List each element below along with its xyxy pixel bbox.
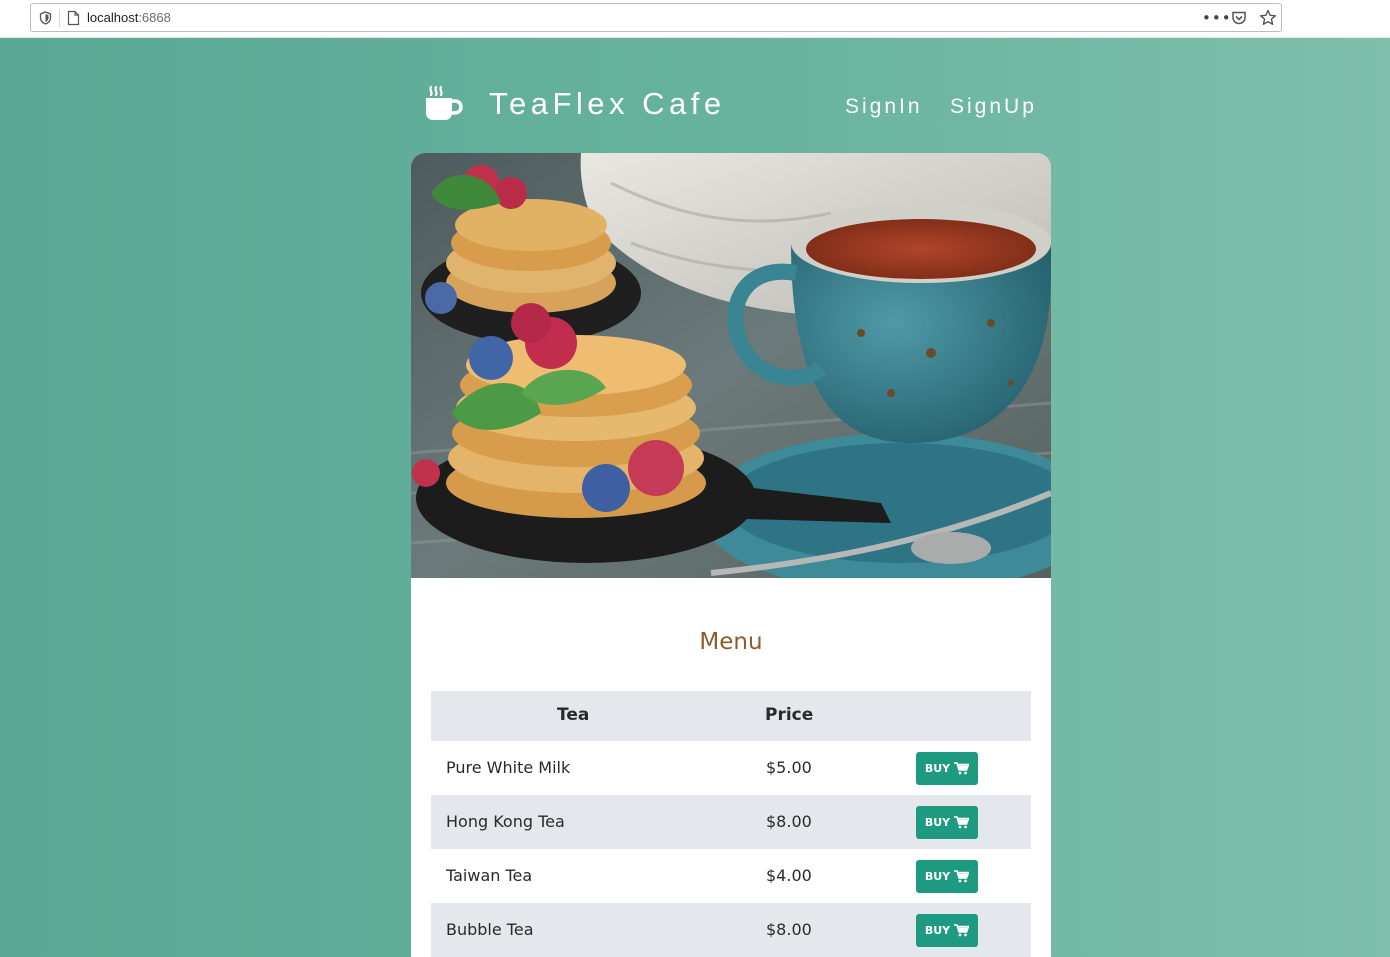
menu-card: Menu Tea Price Pure White Milk $5.00 BUY… [411,153,1051,957]
tea-name: Bubble Tea [446,920,534,939]
bookmark-star-icon[interactable] [1259,9,1277,27]
shopping-cart-icon [954,762,970,775]
brand-title[interactable]: TeaFlex Cafe [489,86,726,122]
column-header-tea: Tea [557,705,590,725]
shield-icon[interactable] [39,11,52,25]
tea-name: Hong Kong Tea [446,812,565,831]
table-row: Taiwan Tea $4.00 BUY [431,849,1031,903]
url-host: localhost [87,10,139,25]
table-row: Bubble Tea $8.00 BUY [431,903,1031,957]
shopping-cart-icon [954,870,970,883]
tea-name: Pure White Milk [446,758,571,777]
buy-button[interactable]: BUY [916,806,978,839]
tea-price: $8.00 [766,812,812,831]
page-icon[interactable] [67,10,80,26]
page-background: TeaFlex Cafe SignIn SignUp Menu Tea Pric… [0,38,1390,957]
buy-button-label: BUY [924,870,951,883]
buy-button-label: BUY [924,762,951,775]
table-row: Hong Kong Tea $8.00 BUY [431,795,1031,849]
coffee-cup-icon [426,85,463,120]
url-port: :6868 [138,10,171,25]
signin-link[interactable]: SignIn [845,95,923,119]
signup-link[interactable]: SignUp [950,95,1037,119]
buy-button[interactable]: BUY [916,860,978,893]
buy-button[interactable]: BUY [916,914,978,947]
buy-button-label: BUY [924,816,951,829]
tea-price: $5.00 [766,758,812,777]
buy-button-label: BUY [924,924,951,937]
pocket-icon[interactable] [1231,10,1247,26]
shopping-cart-icon [954,924,970,937]
address-bar-divider [59,9,60,27]
shopping-cart-icon [954,816,970,829]
table-header: Tea Price [431,691,1031,741]
page-actions-icon[interactable]: ••• [1202,9,1232,27]
url-text[interactable]: localhost:6868 [87,10,171,25]
buy-button[interactable]: BUY [916,752,978,785]
address-bar[interactable]: localhost:6868 ••• [30,3,1282,32]
menu-title: Menu [699,629,763,655]
browser-toolbar: localhost:6868 ••• [0,0,1390,38]
tea-name: Taiwan Tea [446,866,533,885]
table-row: Pure White Milk $5.00 BUY [431,741,1031,795]
tea-price: $4.00 [766,866,812,885]
column-header-price: Price [765,705,814,725]
tea-price: $8.00 [766,920,812,939]
hero-image [411,153,1051,578]
